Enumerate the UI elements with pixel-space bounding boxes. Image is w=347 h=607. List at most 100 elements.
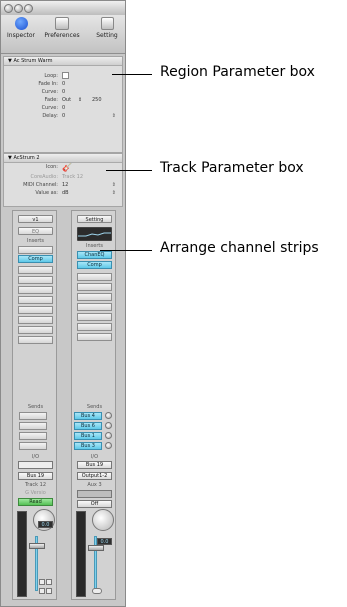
strip2-send-3-knob[interactable] (105, 432, 112, 439)
region-panel-header[interactable]: ▼ Ac Strum Warm (4, 57, 122, 66)
strip1-insert-slot[interactable] (18, 336, 53, 344)
eq-curve-icon (78, 232, 111, 237)
midi-channel-row: MIDI Channel: 12 ⇕ (23, 181, 116, 189)
core-audio-row: CoreAudio: Track 12 (30, 174, 84, 180)
midi-channel-value[interactable]: 12 (62, 181, 68, 189)
delay-stepper-icon[interactable]: ⇕ (112, 112, 116, 120)
strip1-insert-slot[interactable] (18, 306, 53, 314)
strip2-automation-button[interactable]: Off (77, 500, 112, 508)
curve-row-2: Curve: 0 (41, 104, 66, 112)
strip2-insert-slot[interactable] (77, 293, 112, 301)
strip2-pan-knob[interactable] (92, 509, 114, 531)
strip2-send-1[interactable]: Bus 4 (74, 412, 102, 420)
strip2-send-3[interactable]: Bus 1 (74, 432, 102, 440)
strip1-send-slot[interactable] (19, 442, 47, 450)
icon-row: Icon: 🎸 (45, 163, 72, 173)
strip2-send-1-knob[interactable] (105, 412, 112, 419)
strip1-level-meter (17, 511, 27, 597)
value-as-stepper-icon[interactable]: ⇕ (112, 189, 116, 197)
guitar-icon[interactable]: 🎸 (62, 163, 72, 173)
strip2-insert-slot[interactable] (77, 283, 112, 291)
fade-mode-select[interactable]: Out (62, 96, 71, 104)
strip2-insert-plugin-1[interactable]: ChanEQ (77, 251, 112, 259)
fade-in-value[interactable]: 0 (62, 80, 65, 88)
strip2-insert-slot[interactable] (77, 313, 112, 321)
track-parameter-box: ▼ AcStrum 2 Icon: 🎸 CoreAudio: Track 12 … (3, 153, 123, 207)
minimize-window-button[interactable] (14, 4, 23, 13)
region-parameter-box: ▼ Ac Strum Warm Loop: Fade In: 0 Curve: … (3, 56, 123, 153)
strip2-send-4-knob[interactable] (105, 442, 112, 449)
strip1-fader-handle[interactable] (29, 543, 45, 549)
strip2-send-2[interactable]: Bus 6 (74, 422, 102, 430)
strip2-insert-slot[interactable] (77, 303, 112, 311)
strip1-insert-slot[interactable] (18, 266, 53, 274)
delay-row: Delay: 0 ⇕ (42, 112, 116, 120)
strip1-send-slot[interactable] (19, 432, 47, 440)
strips-callout-line (100, 250, 152, 251)
toolbar: Inspector Preferences Setting (1, 15, 125, 54)
strip2-insert-slot[interactable] (77, 323, 112, 331)
strip1-insert-plugin[interactable]: Comp (18, 255, 53, 263)
track-callout-label: Track Parameter box (160, 160, 304, 176)
strip2-group-slot[interactable] (77, 490, 112, 498)
toolbar-preferences-button[interactable]: Preferences (39, 17, 85, 39)
strip1-insert-slot[interactable] (18, 296, 53, 304)
loop-row: Loop: (4, 72, 122, 80)
strip2-insert-slot[interactable] (77, 333, 112, 341)
zoom-window-button[interactable] (24, 4, 33, 13)
info-icon (14, 17, 28, 30)
strip2-send-2-knob[interactable] (105, 422, 112, 429)
strip2-volume-display: 0.0 (97, 538, 112, 545)
track-panel-header[interactable]: ▼ AcStrum 2 (4, 154, 122, 163)
strip1-eq-button[interactable]: EQ (18, 227, 53, 235)
strip1-record-button[interactable] (39, 588, 45, 594)
strip1-insert-slot[interactable] (18, 246, 53, 254)
curve-value-2[interactable]: 0 (62, 104, 65, 112)
strip2-eq-display[interactable] (77, 227, 112, 241)
strip2-level-meter (76, 511, 86, 597)
strips-callout-label: Arrange channel strips (160, 240, 319, 256)
settings-icon (100, 17, 114, 30)
preferences-icon (55, 17, 69, 30)
region-callout-line (112, 74, 152, 75)
strip2-input-select[interactable]: Bus 19 (77, 461, 112, 469)
channel-strip-1: v1 EQ Inserts Comp Sends I/O Bus 19 Trac… (12, 210, 57, 600)
strip1-insert-slot[interactable] (18, 316, 53, 324)
strip1-input-slot[interactable] (18, 461, 53, 469)
strip1-send-slot[interactable] (19, 422, 47, 430)
strip2-fader-handle[interactable] (88, 545, 104, 551)
region-callout-label: Region Parameter box (160, 64, 315, 80)
strip1-top-button[interactable]: v1 (18, 215, 53, 223)
strip2-send-4[interactable]: Bus 3 (74, 442, 102, 450)
strip1-solo-button[interactable] (46, 579, 52, 585)
fade-amount-value[interactable]: 250 (92, 96, 102, 104)
strip1-output-select[interactable]: Bus 19 (18, 472, 53, 480)
strip2-insert-plugin-2[interactable]: Comp (77, 261, 112, 269)
strip1-send-slot[interactable] (19, 412, 47, 420)
toolbar-inspector-button[interactable]: Inspector (3, 17, 39, 39)
track-callout-line (106, 170, 152, 171)
strip1-insert-slot[interactable] (18, 326, 53, 334)
delay-value[interactable]: 0 (62, 112, 65, 120)
strip1-insert-slot[interactable] (18, 276, 53, 284)
strip1-automation-button[interactable]: Read (18, 498, 53, 506)
loop-checkbox[interactable] (62, 72, 69, 80)
value-as-select[interactable]: dB (62, 189, 69, 197)
strip1-volume-display: 0.0 (38, 521, 53, 528)
channel-strip-2: Setting Inserts ChanEQ Comp Sends Bus 4 … (71, 210, 116, 600)
toolbar-settings-button[interactable]: Setting (87, 17, 125, 39)
strip2-setting-button[interactable]: Setting (77, 215, 112, 223)
curve-row: Curve: 0 (41, 88, 66, 96)
strip1-mute-button[interactable] (39, 579, 45, 585)
midi-channel-stepper-icon[interactable]: ⇕ (112, 181, 116, 189)
strip2-link-button[interactable] (92, 588, 102, 594)
strip1-insert-slot[interactable] (18, 286, 53, 294)
fade-row: Fade: Out ⇕ 250 (44, 96, 102, 104)
strip1-input-monitor-button[interactable] (46, 588, 52, 594)
inspector-window: Inspector Preferences Setting ▼ Ac Strum… (0, 0, 126, 607)
strip2-insert-slot[interactable] (77, 273, 112, 281)
curve-value[interactable]: 0 (62, 88, 65, 96)
title-bar (1, 1, 125, 16)
close-window-button[interactable] (4, 4, 13, 13)
strip2-output-select[interactable]: Output1-2 (77, 472, 112, 480)
